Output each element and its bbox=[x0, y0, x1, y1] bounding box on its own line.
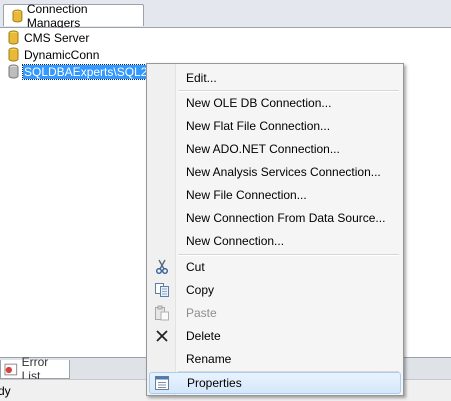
context-menu: Edit... New OLE DB Connection... New Fla… bbox=[146, 63, 404, 396]
menu-item-label: New Connection... bbox=[186, 234, 285, 248]
menu-item-cut[interactable]: Cut bbox=[149, 256, 401, 278]
menu-item-delete[interactable]: Delete bbox=[149, 325, 401, 347]
menu-item-label: Cut bbox=[186, 260, 205, 274]
menu-item-label: New OLE DB Connection... bbox=[186, 96, 332, 110]
scissors-icon bbox=[156, 259, 168, 274]
menu-item-new-analysis-services[interactable]: New Analysis Services Connection... bbox=[149, 161, 401, 183]
status-text: dy bbox=[0, 383, 11, 398]
connection-label: DynamicConn bbox=[24, 47, 100, 62]
menu-item-new-connection[interactable]: New Connection... bbox=[149, 230, 401, 252]
database-icon bbox=[12, 9, 23, 22]
menu-item-new-flat-file[interactable]: New Flat File Connection... bbox=[149, 115, 401, 137]
copy-icon bbox=[155, 283, 169, 297]
menu-item-paste[interactable]: Paste bbox=[149, 302, 401, 324]
menu-item-label: New Connection From Data Source... bbox=[186, 211, 386, 225]
tab-connection-managers[interactable]: Connection Managers bbox=[3, 2, 144, 30]
paste-icon bbox=[155, 305, 169, 321]
connection-item[interactable]: DynamicConn bbox=[8, 46, 100, 63]
connection-item[interactable]: CMS Server bbox=[8, 29, 90, 46]
menu-item-label: New Flat File Connection... bbox=[186, 119, 331, 133]
menu-item-new-oledb[interactable]: New OLE DB Connection... bbox=[149, 92, 401, 114]
tab-label: Connection Managers bbox=[26, 1, 88, 30]
error-list-icon bbox=[4, 363, 18, 375]
menu-item-new-file[interactable]: New File Connection... bbox=[149, 184, 401, 206]
menu-item-new-from-data-source[interactable]: New Connection From Data Source... bbox=[149, 207, 401, 229]
menu-item-edit[interactable]: Edit... bbox=[149, 67, 401, 89]
menu-item-label: Rename bbox=[186, 352, 232, 366]
menu-item-rename[interactable]: Rename bbox=[149, 348, 401, 370]
menu-item-properties[interactable]: Properties bbox=[149, 372, 401, 394]
tab-error-list[interactable]: Error List bbox=[0, 355, 70, 383]
database-icon bbox=[8, 64, 19, 79]
menu-item-label: New Analysis Services Connection... bbox=[186, 165, 381, 179]
x-icon bbox=[156, 330, 168, 342]
menu-item-label: New ADO.NET Connection... bbox=[186, 142, 340, 156]
menu-item-new-adonet[interactable]: New ADO.NET Connection... bbox=[149, 138, 401, 160]
connection-label: CMS Server bbox=[24, 30, 90, 45]
menu-item-label: Edit... bbox=[186, 71, 217, 85]
menu-item-label: Paste bbox=[186, 306, 217, 320]
menu-item-label: New File Connection... bbox=[186, 188, 307, 202]
properties-icon bbox=[155, 376, 169, 390]
menu-item-label: Copy bbox=[186, 283, 215, 297]
tab-strip: Connection Managers bbox=[0, 0, 451, 30]
database-icon bbox=[8, 30, 19, 45]
database-icon bbox=[8, 47, 19, 62]
connection-item-selected[interactable]: SQLDBAExperts\SQL2008 bbox=[8, 63, 170, 80]
menu-item-label: Delete bbox=[186, 329, 221, 343]
menu-item-copy[interactable]: Copy bbox=[149, 279, 401, 301]
menu-item-label: Properties bbox=[187, 376, 242, 390]
